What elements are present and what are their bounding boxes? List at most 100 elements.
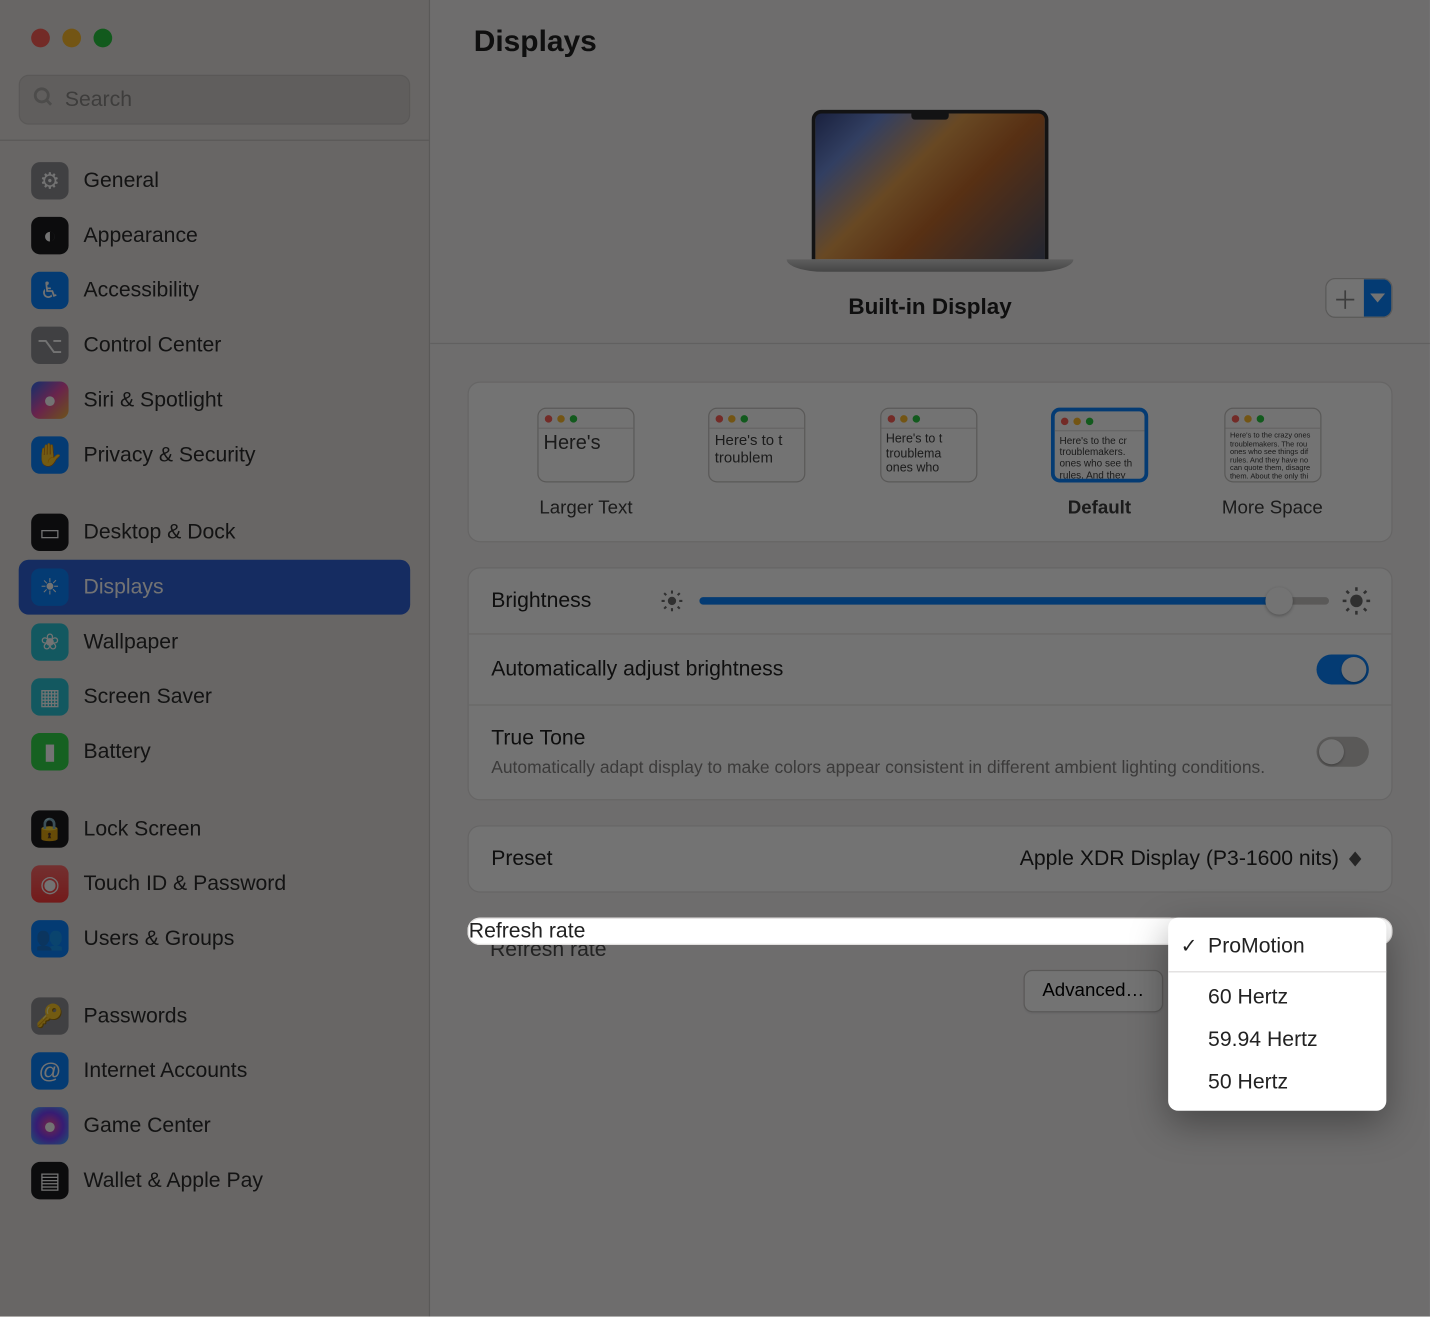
sidebar-item-label: General bbox=[84, 168, 159, 193]
scale-option-3[interactable]: Here's to the cr troublemakers. ones who… bbox=[1051, 408, 1148, 519]
search-placeholder: Search bbox=[65, 87, 132, 112]
users-groups-icon: 👥 bbox=[31, 920, 68, 957]
sidebar-item-battery[interactable]: ▮Battery bbox=[19, 724, 410, 779]
scale-thumb: Here's bbox=[537, 408, 634, 483]
sidebar-item-general[interactable]: ⚙︎General bbox=[19, 153, 410, 208]
sidebar-item-wallpaper[interactable]: ❀ Wallpaper bbox=[19, 615, 410, 670]
sidebar-item-game-center[interactable]: ●Game Center bbox=[19, 1098, 410, 1153]
sidebar-item-internet-accounts[interactable]: @ Internet Accounts bbox=[19, 1043, 410, 1098]
sidebar-item-passwords[interactable]: 🔑 Passwords bbox=[19, 989, 410, 1044]
close-window-button[interactable] bbox=[31, 28, 50, 47]
sidebar-item-lock-screen[interactable]: 🔒 Lock Screen bbox=[19, 802, 410, 857]
touch-id-password-icon: ◉ bbox=[31, 865, 68, 902]
wallet-apple-pay-icon: ▤ bbox=[31, 1162, 68, 1199]
scale-option-0[interactable]: Here'sLarger Text bbox=[537, 408, 634, 519]
auto-brightness-label: Automatically adjust brightness bbox=[491, 657, 1298, 682]
brightness-label: Brightness bbox=[491, 588, 591, 613]
sidebar-item-screen-saver[interactable]: ▦ Screen Saver bbox=[19, 669, 410, 724]
screen-saver-icon: ▦ bbox=[31, 678, 68, 715]
sun-dim-icon bbox=[660, 588, 685, 613]
sidebar-item-label: Wallet & Apple Pay bbox=[84, 1168, 263, 1193]
desktop-dock-icon: ▭ bbox=[31, 514, 68, 551]
scale-options: Here'sLarger Text Here's to t troublem Her… bbox=[469, 383, 1392, 541]
truetone-label: True Tone bbox=[491, 726, 1298, 751]
sidebar-item-label: Accessibility bbox=[84, 278, 199, 303]
preset-value-text: Apple XDR Display (P3-1600 nits) bbox=[1020, 846, 1339, 871]
truetone-toggle[interactable] bbox=[1317, 737, 1369, 767]
settings-window: Search ⚙︎General ◐ Appearance ♿︎ Accessibili… bbox=[0, 0, 1430, 1317]
preset-label: Preset bbox=[491, 846, 1001, 871]
auto-brightness-toggle[interactable] bbox=[1317, 655, 1369, 685]
privacy-security-icon: ✋ bbox=[31, 436, 68, 473]
scale-label: Default bbox=[1068, 497, 1131, 518]
menu-separator bbox=[1168, 971, 1386, 972]
plus-icon: ＋ bbox=[1326, 279, 1363, 316]
sidebar-item-label: Internet Accounts bbox=[84, 1058, 248, 1083]
menu-item-59.94-hertz[interactable]: 59.94 Hertz bbox=[1168, 1018, 1386, 1060]
scale-option-4[interactable]: Here's to the crazy ones troublemakers. … bbox=[1222, 408, 1323, 519]
scale-thumb: Here's to t troublema ones who bbox=[880, 408, 977, 483]
passwords-icon: 🔑 bbox=[31, 997, 68, 1034]
sidebar-item-label: Wallpaper bbox=[84, 630, 179, 655]
preset-value[interactable]: Apple XDR Display (P3-1600 nits) bbox=[1020, 846, 1369, 871]
menu-item-50-hertz[interactable]: 50 Hertz bbox=[1168, 1061, 1386, 1103]
brightness-slider[interactable] bbox=[700, 597, 1329, 604]
sidebar-item-label: Siri & Spotlight bbox=[84, 388, 223, 413]
appearance-icon: ◐ bbox=[31, 217, 68, 254]
minimize-window-button[interactable] bbox=[62, 28, 81, 47]
updown-icon bbox=[1349, 848, 1369, 870]
siri-spotlight-icon: ● bbox=[31, 381, 68, 418]
sidebar-item-label: Desktop & Dock bbox=[84, 520, 236, 545]
slider-handle[interactable] bbox=[1265, 587, 1292, 614]
sidebar-item-label: Users & Groups bbox=[84, 926, 235, 951]
display-preview: Built-in Display ＋ bbox=[430, 60, 1430, 344]
scale-thumb: Here's to the cr troublemakers. ones who… bbox=[1051, 408, 1148, 483]
battery-icon: ▮ bbox=[31, 733, 68, 770]
sidebar-item-label: Lock Screen bbox=[84, 817, 202, 842]
sidebar-item-desktop-dock[interactable]: ▭ Desktop & Dock bbox=[19, 505, 410, 560]
sidebar-item-control-center[interactable]: ⌥ Control Center bbox=[19, 318, 410, 373]
menu-item-60-hertz[interactable]: 60 Hertz bbox=[1168, 976, 1386, 1018]
window-traffic-lights bbox=[0, 0, 429, 75]
sidebar-item-displays[interactable]: ☀︎Displays bbox=[19, 560, 410, 615]
sidebar-item-label: Screen Saver bbox=[84, 684, 212, 709]
control-center-icon: ⌥ bbox=[31, 327, 68, 364]
search-input[interactable]: Search bbox=[19, 75, 410, 125]
scale-label: More Space bbox=[1222, 497, 1323, 518]
refresh-rate-menu: ProMotion 60 Hertz59.94 Hertz50 Hertz bbox=[1168, 917, 1386, 1110]
lock-screen-icon: 🔒 bbox=[31, 810, 68, 847]
main-content: Displays Built-in Display ＋ Here'sLarger… bbox=[430, 0, 1430, 1317]
page-title: Displays bbox=[474, 25, 1387, 60]
sidebar-nav: ⚙︎General ◐ Appearance ♿︎ Accessibility ⌥ Cont… bbox=[0, 141, 429, 1243]
wallpaper-icon: ❀ bbox=[31, 623, 68, 660]
scale-option-2[interactable]: Here's to t troublema ones who bbox=[880, 408, 977, 519]
sidebar-item-siri-spotlight[interactable]: ● Siri & Spotlight bbox=[19, 373, 410, 428]
sidebar-item-privacy-security[interactable]: ✋ Privacy & Security bbox=[19, 428, 410, 483]
display-name: Built-in Display bbox=[848, 294, 1011, 320]
search-icon bbox=[32, 85, 54, 114]
resolution-panel: Here'sLarger Text Here's to t troublem Her… bbox=[468, 381, 1393, 542]
sidebar-item-label: Control Center bbox=[84, 333, 222, 358]
sidebar-item-label: Displays bbox=[84, 575, 164, 600]
sidebar-item-label: Game Center bbox=[84, 1113, 211, 1138]
scale-thumb: Here's to t troublem bbox=[708, 408, 805, 483]
accessibility-icon: ♿︎ bbox=[31, 272, 68, 309]
sidebar-item-label: Passwords bbox=[84, 1004, 188, 1029]
menu-item-promotion[interactable]: ProMotion bbox=[1168, 925, 1386, 967]
sidebar-item-accessibility[interactable]: ♿︎ Accessibility bbox=[19, 263, 410, 318]
sidebar-item-label: Privacy & Security bbox=[84, 443, 256, 468]
chevron-down-icon bbox=[1364, 279, 1391, 316]
truetone-sub: Automatically adapt display to make colo… bbox=[491, 756, 1298, 780]
sidebar-item-touch-id-password[interactable]: ◉Touch ID & Password bbox=[19, 856, 410, 911]
sidebar-item-wallet-apple-pay[interactable]: ▤ Wallet & Apple Pay bbox=[19, 1153, 410, 1208]
display-thumbnail[interactable] bbox=[790, 97, 1071, 272]
zoom-window-button[interactable] bbox=[94, 28, 113, 47]
preset-panel: Preset Apple XDR Display (P3-1600 nits) bbox=[468, 825, 1393, 892]
internet-accounts-icon: @ bbox=[31, 1052, 68, 1089]
sidebar-item-users-groups[interactable]: 👥 Users & Groups bbox=[19, 911, 410, 966]
sidebar-item-label: Appearance bbox=[84, 223, 198, 248]
add-display-control[interactable]: ＋ bbox=[1325, 278, 1392, 318]
scale-option-1[interactable]: Here's to t troublem bbox=[708, 408, 805, 519]
sidebar-item-appearance[interactable]: ◐ Appearance bbox=[19, 208, 410, 263]
sun-bright-icon bbox=[1341, 586, 1371, 616]
